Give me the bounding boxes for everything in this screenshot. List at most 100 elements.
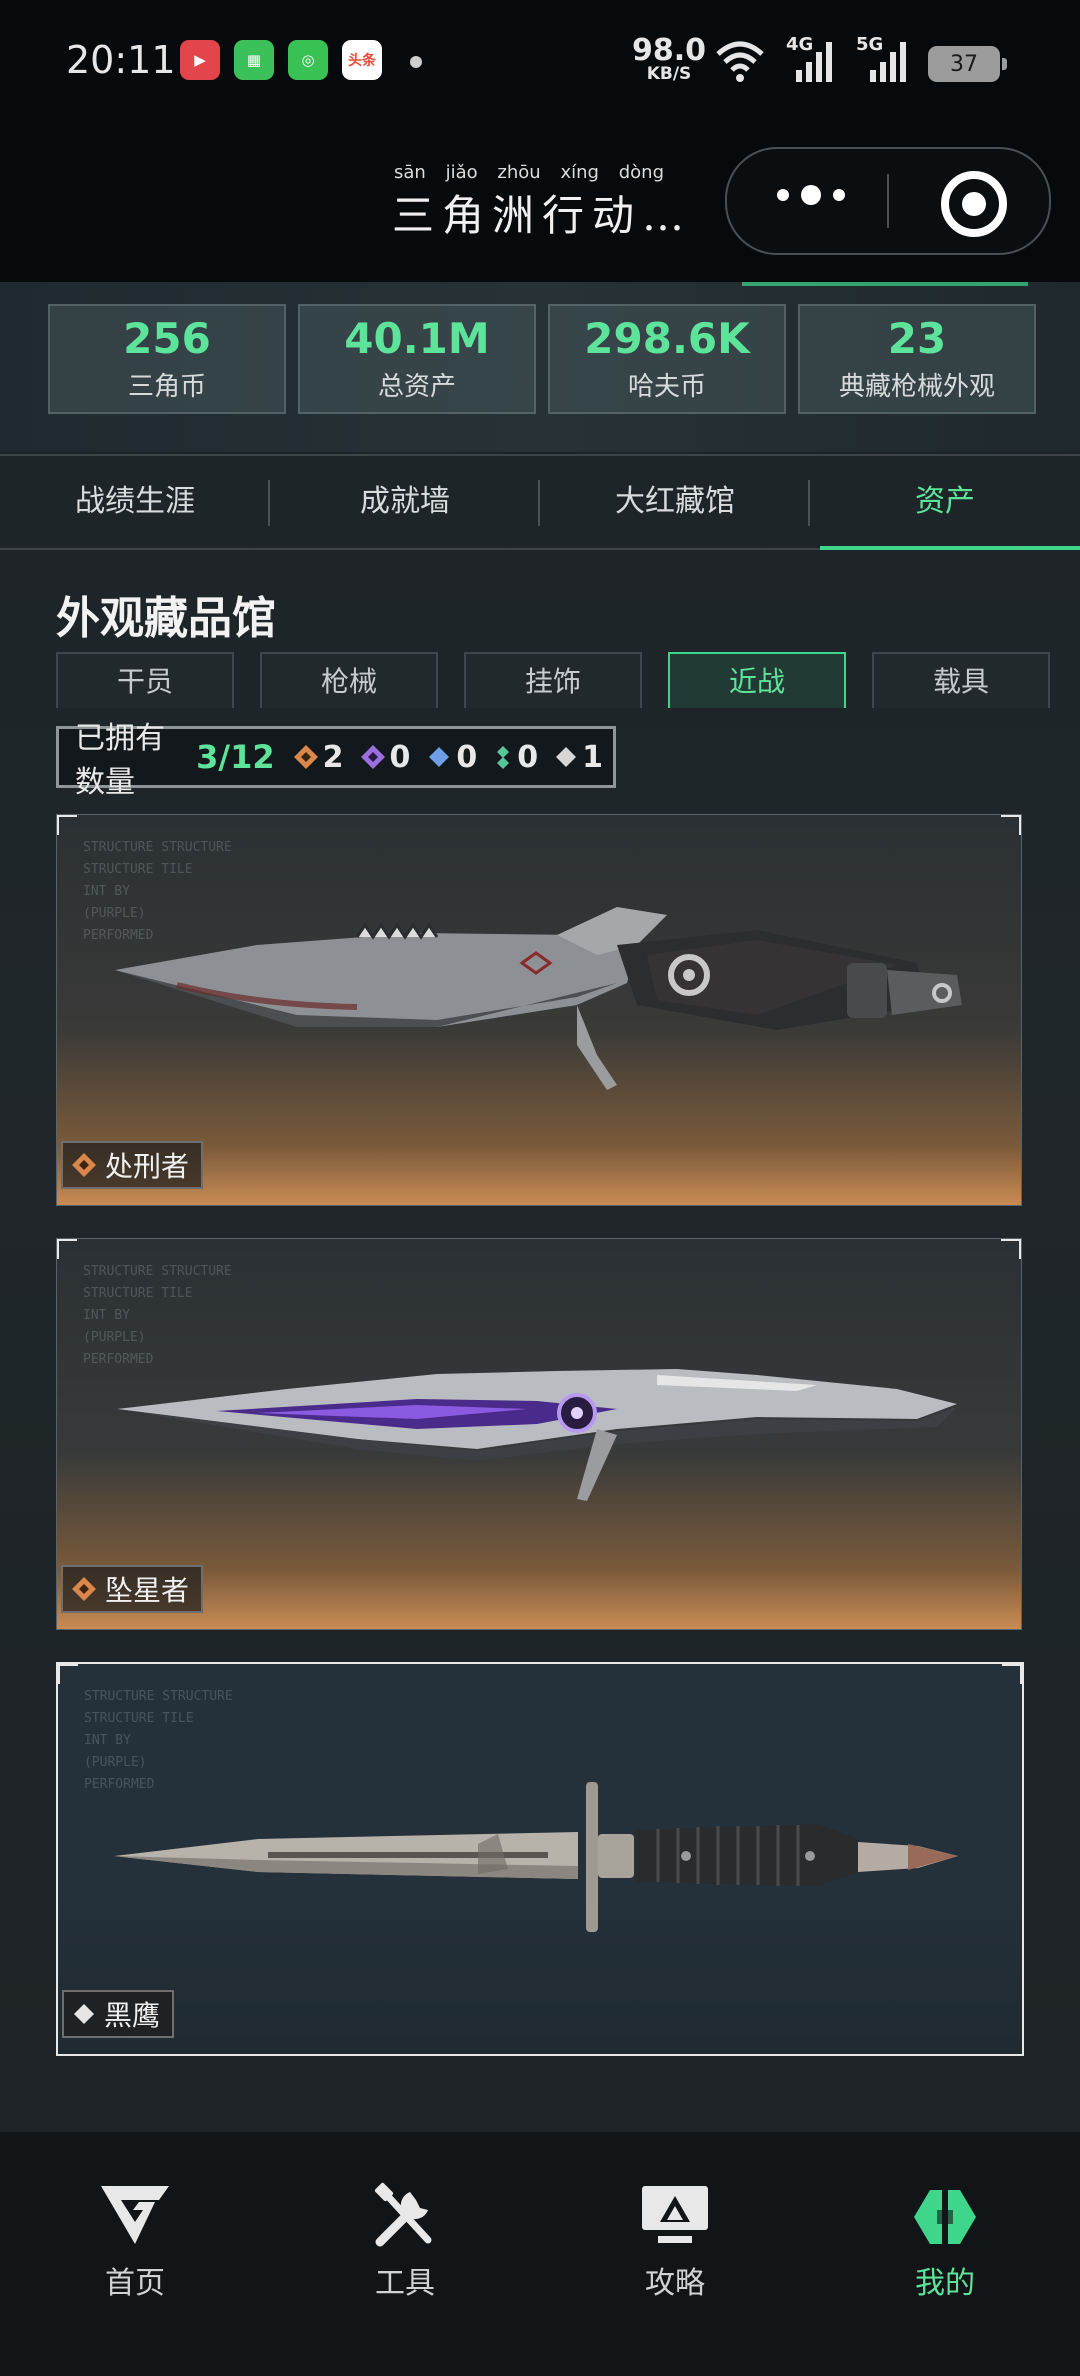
close-miniprogram-button[interactable] (941, 171, 1007, 237)
title-bar: sān jiǎo zhōu xíng dòng 三角洲行动… (0, 130, 1080, 282)
subtab-melee[interactable]: 近战 (668, 652, 846, 708)
guide-monitor-icon (642, 2186, 708, 2243)
stat-value: 298.6K (584, 314, 750, 363)
purple-rarity-icon (360, 745, 385, 769)
category-tabs: 干员 枪械 挂饰 近战 载具 (56, 652, 1050, 710)
pinyin-2: jiǎo (445, 162, 478, 183)
signal-5g-icon (870, 42, 906, 82)
nav-profile[interactable]: 我的 (810, 2132, 1080, 2376)
nav-label: 攻略 (645, 2266, 705, 2301)
item-name-tag: 坠星者 (61, 1565, 204, 1613)
net-speed-value: 98.0 (632, 33, 707, 68)
home-logo-icon (101, 2186, 169, 2244)
tab-career[interactable]: 战绩生涯 (0, 456, 270, 548)
owned-count: 3/12 (196, 738, 275, 776)
stat-label: 总资产 (377, 372, 456, 403)
net-speed-unit: KB/S (646, 64, 692, 84)
nav-label: 我的 (915, 2266, 975, 2301)
stat-value: 40.1M (344, 314, 490, 363)
title-pinyin: sān jiǎo zhōu xíng dòng (394, 162, 664, 183)
item-name: 坠星者 (105, 1574, 190, 1607)
tab-label: 战绩生涯 (75, 484, 195, 519)
wifi-icon (716, 41, 764, 82)
white-rarity-icon (74, 2004, 94, 2024)
rarity-count: 0 (389, 739, 411, 775)
blackhawk-knife-image (114, 1782, 958, 1932)
battery-icon: 37 (928, 46, 1007, 82)
rarity-count: 1 (582, 739, 603, 775)
corner-bracket (57, 1239, 77, 1259)
active-tab-indicator (820, 546, 1080, 550)
nav-label: 工具 (375, 2266, 435, 2301)
white-rarity-icon (556, 747, 577, 767)
tab-label: 资产 (915, 484, 975, 519)
item-name-tag: 处刑者 (61, 1141, 204, 1189)
item-card-executioner[interactable]: STRUCTURE STRUCTURE STRUCTURE TILE INT BY(… (56, 814, 1022, 1206)
toutiao-app-icon: 头条 (342, 40, 382, 80)
blue-rarity-icon (429, 747, 450, 767)
nav-label: 首页 (105, 2266, 165, 2301)
green-rarity-count: 0 (493, 740, 538, 775)
pinyin-1: sān (394, 162, 426, 183)
bottom-nav: 首页 工具 攻略 我的 (0, 2132, 1080, 2376)
capsule-divider (887, 174, 889, 228)
stat-label: 哈夫币 (627, 372, 706, 403)
stat-card-assets[interactable]: 40.1M 总资产 (298, 304, 536, 414)
nav-guide[interactable]: 攻略 (540, 2132, 810, 2376)
status-time: 20:11 (66, 38, 176, 82)
net-speed: 98.0 KB/S (632, 36, 706, 83)
purple-rarity-count: 0 (360, 739, 411, 775)
item-name: 处刑者 (105, 1150, 190, 1183)
signal-4g-icon (796, 42, 832, 82)
page-title: 三角洲行动… (392, 191, 693, 240)
corner-bracket (1001, 815, 1021, 835)
corner-bracket (1001, 1239, 1021, 1259)
tab-label: 大红藏馆 (615, 484, 735, 519)
gold-rarity-count: 2 (293, 740, 344, 775)
main-content: 256 三角币 40.1M 总资产 298.6K 哈夫币 23 典藏枪械外观 战… (0, 282, 1080, 2132)
item-card-starfall[interactable]: STRUCTURE STRUCTURE STRUCTURE TILE INT BY(… (56, 1238, 1022, 1630)
tab-achievements[interactable]: 成就墙 (270, 456, 540, 548)
tab-assets[interactable]: 资产 (810, 456, 1080, 550)
stat-card-skins[interactable]: 23 典藏枪械外观 (798, 304, 1036, 414)
more-button[interactable] (777, 185, 845, 205)
tab-red-collection[interactable]: 大红藏馆 (540, 456, 810, 548)
subtab-charms[interactable]: 挂饰 (464, 652, 642, 708)
rarity-count: 0 (517, 739, 539, 775)
corner-bracket (57, 815, 77, 835)
corner-bracket (58, 1664, 78, 1684)
gold-rarity-icon (293, 745, 318, 769)
status-bar: 20:11 ▶ ▦ ◎ 头条 98.0 KB/S 4G 5G 37 (0, 0, 1080, 130)
pinyin-3: zhōu (497, 162, 541, 183)
corner-bracket (1002, 1664, 1022, 1684)
blue-rarity-count: 0 (426, 740, 477, 775)
gold-rarity-icon (72, 1153, 96, 1177)
owned-count-bar: 已拥有数量 3/12 2 0 0 0 1 (56, 721, 616, 800)
header-accent-line (742, 282, 1028, 286)
stat-card-hafu[interactable]: 298.6K 哈夫币 (548, 304, 786, 414)
tools-icon (374, 2182, 432, 2247)
owned-label: 已拥有数量 (75, 721, 165, 800)
nav-tools[interactable]: 工具 (270, 2132, 540, 2376)
item-card-blackhawk[interactable]: STRUCTURE STRUCTURE STRUCTURE TILE INT BY(… (56, 1662, 1024, 2056)
tab-label: 成就墙 (360, 484, 450, 519)
subtab-operators[interactable]: 干员 (56, 652, 234, 708)
item-name: 黑鹰 (104, 1999, 161, 2032)
stat-card-coin[interactable]: 256 三角币 (48, 304, 286, 414)
stat-value: 23 (887, 314, 947, 363)
video-app-icon: ▶ (180, 40, 220, 80)
profile-logo-icon (914, 2190, 976, 2244)
pinyin-4: xíng (560, 162, 599, 183)
item-name-tag: 黑鹰 (62, 1990, 175, 2038)
gold-rarity-icon (72, 1577, 96, 1601)
stat-value: 256 (123, 314, 211, 363)
subtab-guns[interactable]: 枪械 (260, 652, 438, 708)
white-rarity-count: 1 (554, 740, 603, 775)
section-title: 外观藏品馆 (56, 593, 276, 644)
nav-home[interactable]: 首页 (0, 2132, 270, 2376)
pinyin-5: dòng (618, 162, 664, 183)
miniprogram-capsule (725, 147, 1051, 255)
stat-label: 典藏枪械外观 (838, 372, 995, 403)
profile-tabs: 战绩生涯 成就墙 大红藏馆 资产 (0, 454, 1080, 550)
subtab-vehicles[interactable]: 载具 (872, 652, 1050, 708)
